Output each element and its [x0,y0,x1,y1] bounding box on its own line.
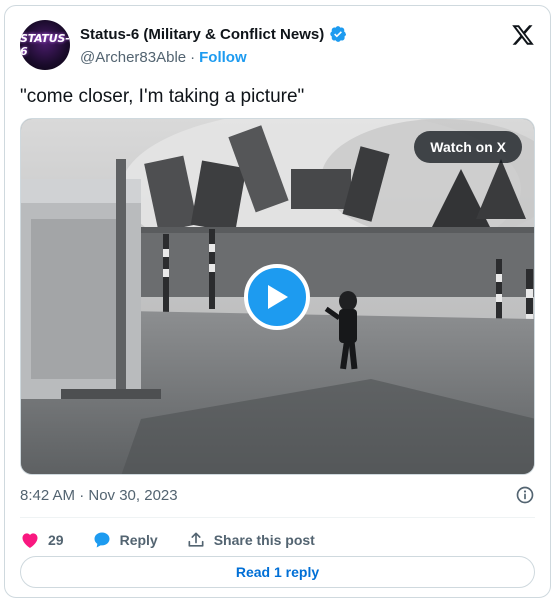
handle[interactable]: @Archer83Able [80,49,186,66]
read-replies-button[interactable]: Read 1 reply [20,556,535,588]
reply-label: Reply [119,532,158,548]
reply-bubble-icon [94,532,110,548]
avatar[interactable]: STATUS-6 [20,20,70,70]
display-name[interactable]: Status-6 (Military & Conflict News) [80,26,324,43]
author-name-row: Status-6 (Military & Conflict News) [80,25,347,43]
x-logo-icon[interactable] [511,23,535,47]
like-count: 29 [48,532,64,548]
handle-row: @Archer83Able · Follow [80,49,247,66]
heart-icon [22,533,38,548]
avatar-text: STATUS-6 [20,32,70,58]
separator: · [190,49,196,66]
tweet-card[interactable]: STATUS-6 Status-6 (Military & Conflict N… [4,5,551,598]
play-button[interactable] [244,264,310,330]
share-label: Share this post [213,532,315,548]
share-icon [188,532,204,547]
follow-button[interactable]: Follow [199,49,247,66]
video-player[interactable]: Watch on X [20,118,535,475]
tweet-text: "come closer, I'm taking a picture" [20,86,305,107]
timestamp[interactable]: 8:42 AM · Nov 30, 2023 [20,487,178,504]
share-button[interactable]: Share this post [186,530,315,550]
divider [20,517,535,518]
reply-button[interactable]: Reply [92,530,158,550]
info-icon[interactable] [515,485,535,505]
verified-badge-icon [330,26,347,42]
action-bar: 29 Reply Share this post [20,528,343,552]
play-icon [268,285,288,309]
watch-on-x-button[interactable]: Watch on X [414,131,522,163]
like-button[interactable]: 29 [20,530,64,550]
